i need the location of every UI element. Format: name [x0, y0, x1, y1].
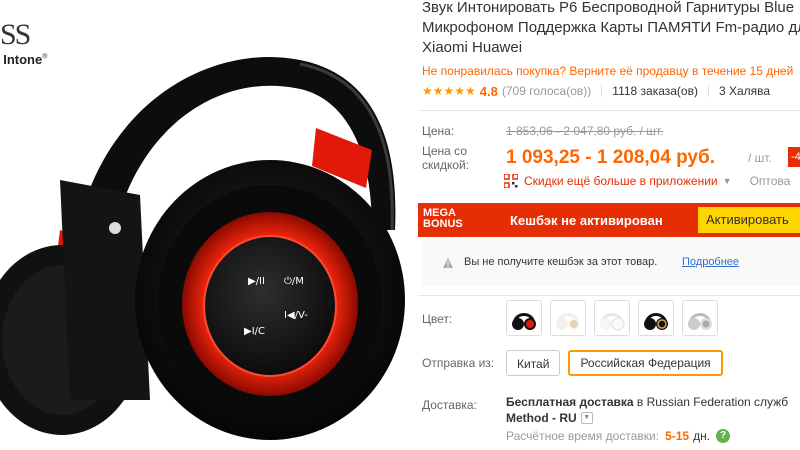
cashback-info-text: Вы не получите кешбэк за этот товар.	[464, 256, 658, 268]
mega-bonus-banner: MEGA BONUS Кешбэк не активирован Активир…	[418, 203, 800, 237]
divider	[601, 85, 603, 97]
brand-name: l Intone®	[0, 52, 48, 67]
old-price-label: Цена:	[422, 124, 455, 138]
rating-value: 4.8	[479, 83, 498, 99]
ship-from-russia-button[interactable]: Российская Федерация	[568, 350, 723, 376]
current-price: 1 093,25 - 1 208,04 руб.	[506, 147, 716, 168]
brand-mark: SS	[0, 18, 31, 51]
app-discount-row[interactable]: Скидки ещё больше в приложении ▼ Оптова	[504, 174, 790, 188]
ship-from-options: Китай Российская Федерация	[506, 350, 723, 376]
divider	[418, 295, 800, 296]
swatch-white-beige[interactable]	[550, 300, 586, 336]
price-unit: / шт.	[748, 151, 772, 165]
headphones-image: ▶/II ⏻/M ▶I/C I◀/V-	[0, 57, 405, 440]
cashback-status: Кешбэк не активирован	[510, 213, 663, 228]
svg-text:I◀/V-: I◀/V-	[284, 310, 308, 321]
activate-button[interactable]: Активировать	[698, 207, 800, 233]
discount-price-label: Цена со скидкой:	[422, 144, 470, 172]
qr-code-icon	[504, 174, 518, 188]
wholesale-link[interactable]: Оптова	[750, 174, 791, 188]
product-gallery[interactable]: ▶/II ⏻/M ▶I/C I◀/V- SS l Intone®	[0, 0, 410, 450]
color-label: Цвет:	[422, 312, 453, 326]
svg-text:▶I/C: ▶I/C	[244, 326, 265, 337]
warning-icon	[443, 258, 453, 268]
wishlist-count[interactable]: 3 Халява	[719, 84, 770, 98]
cashback-info-box: Вы не получите кешбэк за этот товар. Под…	[422, 240, 800, 286]
delivery-estimate: Расчётное время доставки: 5-15 дн. ?	[506, 429, 731, 443]
product-title: Звук Интонировать P6 Беспроводной Гарнит…	[422, 0, 800, 56]
orders-count: 1118 заказа(ов)	[612, 84, 698, 98]
delivery-label: Доставка:	[422, 398, 477, 412]
mega-bonus-logo: MEGA BONUS	[423, 207, 463, 230]
swatch-silver[interactable]	[682, 300, 718, 336]
divider	[418, 110, 800, 111]
old-price: 1 853,06 - 2 047,80 руб. / шт.	[506, 124, 664, 138]
swatch-black-gold[interactable]	[638, 300, 674, 336]
ship-from-china-button[interactable]: Китай	[506, 350, 561, 376]
rating-row: ★★★★★ 4.8 (709 голоса(ов)) 1118 заказа(о…	[422, 82, 770, 100]
svg-text:⏻/M: ⏻/M	[284, 276, 304, 287]
discount-badge: -4	[788, 147, 800, 167]
divider	[707, 85, 709, 97]
delivery-info: Бесплатная доставка в Russian Federation…	[506, 395, 789, 425]
star-rating-icon: ★★★★★	[422, 84, 476, 98]
chevron-down-icon[interactable]: ▼	[723, 176, 732, 186]
product-info: Звук Интонировать P6 Беспроводной Гарнит…	[418, 0, 800, 450]
brand-logo: SS l Intone®	[0, 18, 48, 68]
app-discount-link[interactable]: Скидки ещё больше в приложении	[524, 174, 718, 188]
cashback-more-link[interactable]: Подробнее	[682, 256, 739, 268]
reviews-link[interactable]: (709 голоса(ов))	[502, 84, 591, 98]
color-swatches	[506, 300, 718, 336]
ship-from-label: Отправка из:	[422, 356, 495, 370]
chevron-down-icon[interactable]: ▼	[580, 412, 593, 424]
swatch-white[interactable]	[594, 300, 630, 336]
return-policy-note[interactable]: Не понравилась покупка? Верните её прода…	[422, 64, 793, 78]
help-icon[interactable]: ?	[716, 429, 731, 443]
swatch-black-red[interactable]	[506, 300, 542, 336]
svg-text:▶/II: ▶/II	[248, 276, 265, 287]
